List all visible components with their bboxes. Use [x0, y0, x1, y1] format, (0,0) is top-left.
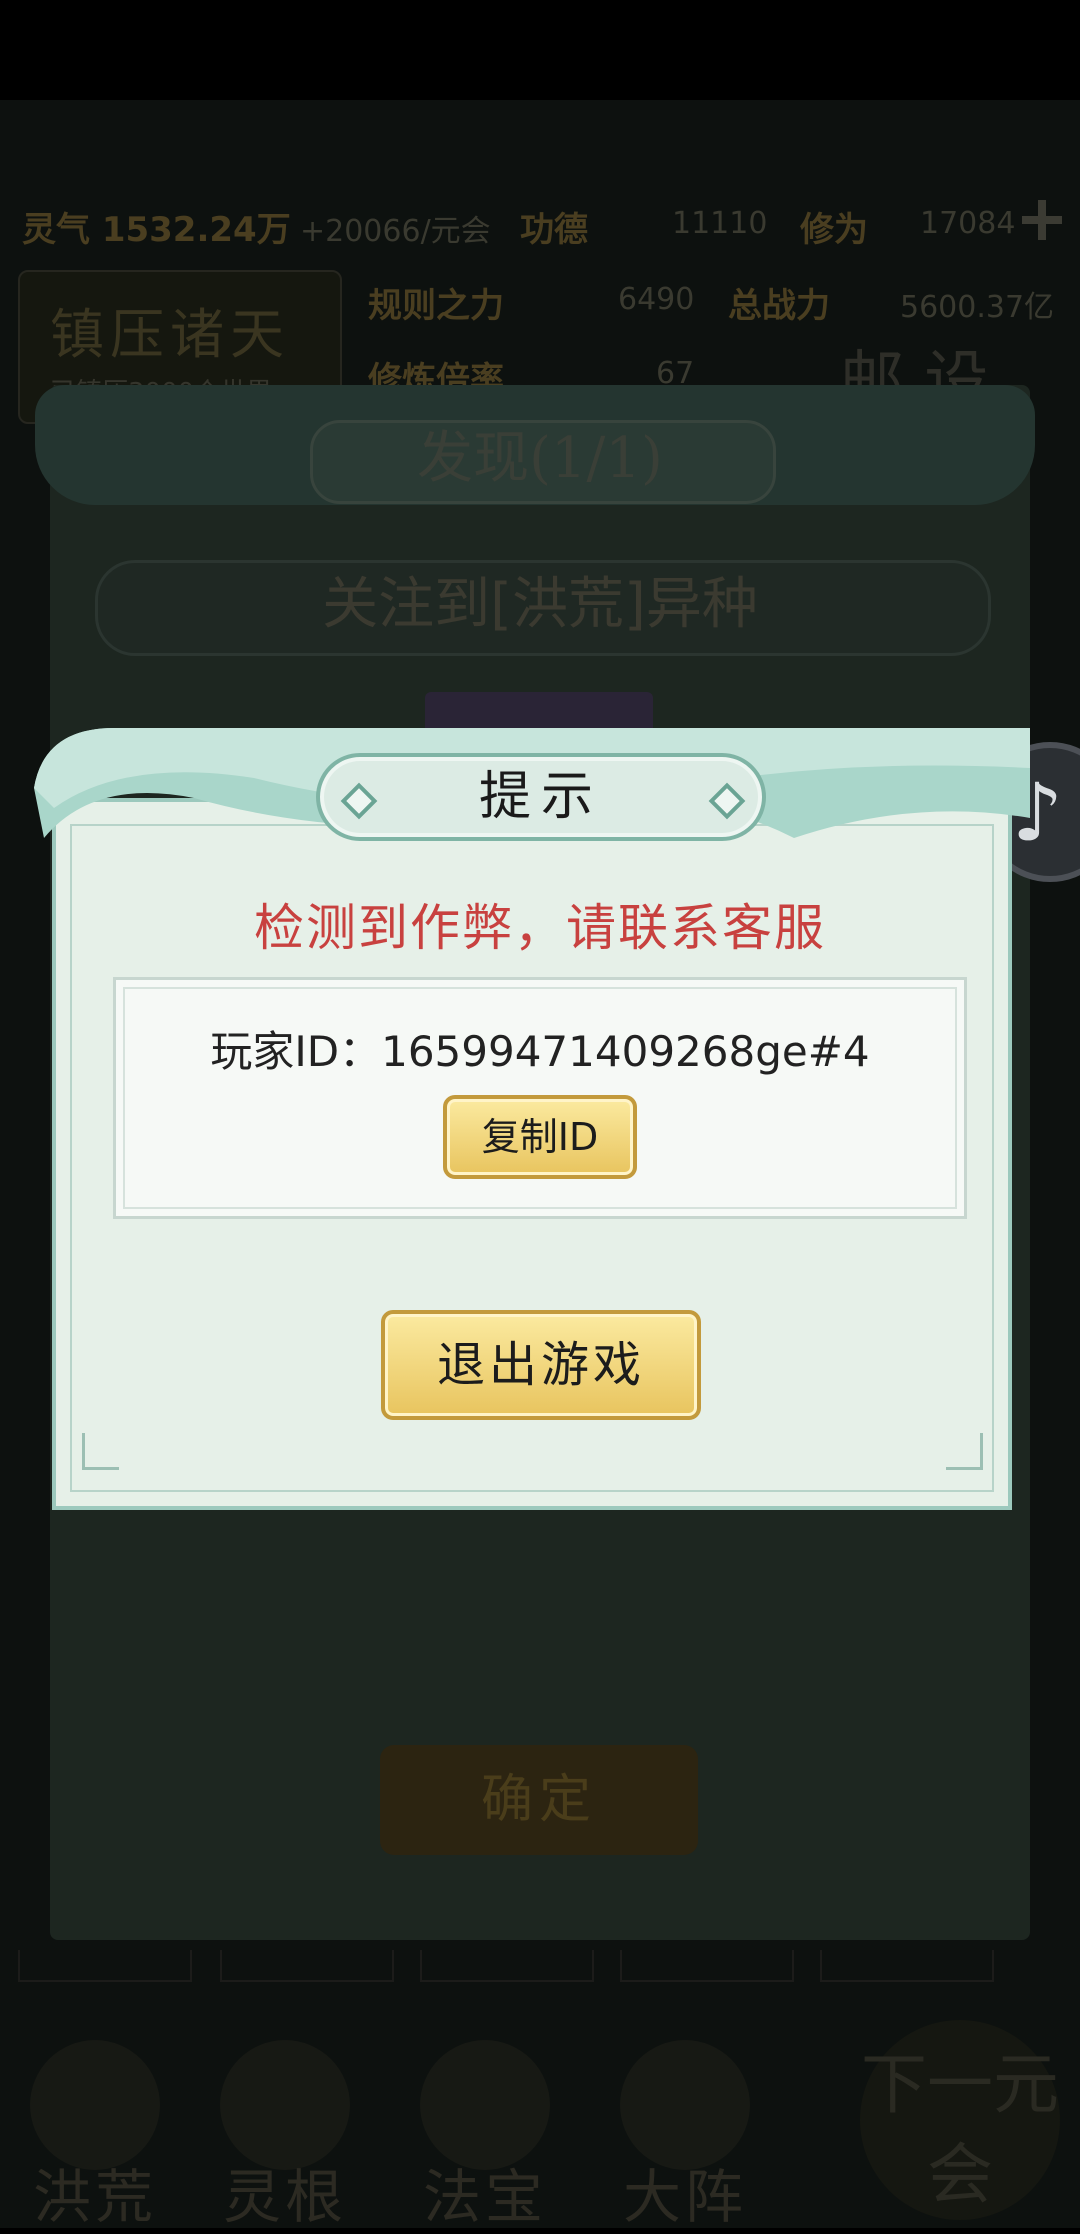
discovery-subtitle: 关注到[洪荒]异种	[322, 572, 758, 637]
nav-honghuang[interactable]: 洪荒	[10, 2040, 180, 2231]
next-era-button[interactable]: 下一元会	[860, 2020, 1060, 2220]
nav-label: 法宝	[422, 2163, 547, 2231]
corner-ornament-icon	[82, 1433, 119, 1470]
rule-power-value: 6490	[618, 282, 695, 317]
confirm-button[interactable]: 确定	[380, 1745, 698, 1855]
gongde-value: 11110	[672, 206, 768, 241]
nav-dazhen[interactable]: 大阵	[600, 2040, 770, 2231]
discovery-tag	[425, 692, 653, 732]
xiuwei-value: 17084	[920, 206, 1016, 241]
nav-fabao[interactable]: 法宝	[400, 2040, 570, 2231]
alert-title: 提示	[478, 767, 603, 827]
player-id-text: 玩家ID：16599471409268ge#4	[210, 1027, 870, 1076]
add-icon[interactable]	[1020, 198, 1064, 242]
combat-power-value: 5600.37亿	[900, 290, 1055, 325]
nav-linggen[interactable]: 灵根	[200, 2040, 370, 2231]
lingqi-stat: 灵气 1532.24万	[22, 210, 291, 250]
nav-label: 灵根	[222, 2163, 347, 2231]
nav-label: 大阵	[622, 2163, 747, 2231]
corner-ornament-icon	[946, 1433, 983, 1470]
xiuwei-label: 修为	[800, 210, 868, 250]
status-bar	[0, 0, 1080, 100]
slot	[820, 1950, 994, 1982]
copy-id-button[interactable]: 复制ID	[443, 1095, 637, 1179]
cheat-detected-message: 检测到作弊，请联系客服	[254, 899, 826, 957]
slot	[220, 1950, 394, 1982]
slot	[18, 1950, 192, 1982]
gongde-label: 功德	[520, 210, 588, 250]
rule-power-label: 规则之力	[368, 286, 504, 326]
slot	[420, 1950, 594, 1982]
banner-title: 镇压诸天	[50, 303, 290, 366]
combat-power-label: 总战力	[728, 286, 830, 326]
nav-label: 洪荒	[32, 2163, 157, 2231]
exit-game-button[interactable]: 退出游戏	[381, 1310, 701, 1420]
lingqi-rate: +20066/元会	[300, 214, 491, 249]
discovery-title: 发现(1/1)	[417, 426, 663, 491]
slot	[620, 1950, 794, 1982]
next-era-label: 下一元会	[861, 2046, 1059, 2213]
